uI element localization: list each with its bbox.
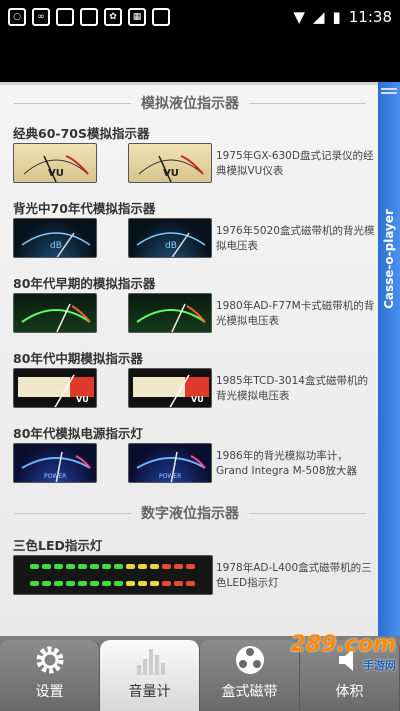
green-meter-left[interactable] [13,293,97,333]
side-drawer-tab[interactable]: Casse-o-player [378,82,400,636]
vu-meter-left[interactable]: VU [13,143,97,183]
clock: 11:38 [348,8,392,26]
tab-level-meter[interactable]: 音量计 [100,640,200,711]
group-title: 80年代中期模拟指示器 [13,351,143,366]
app-icon [80,8,98,26]
app-icon [152,8,170,26]
tab-settings[interactable]: 设置 [0,640,100,711]
notification-icon: ○ [8,8,26,26]
signal-icon: ◢ [312,8,325,26]
gear-icon [36,646,63,674]
tcd-meter-left[interactable]: VU [13,368,97,408]
meter-description: 1980年AD-F77M卡式磁带机的背光模拟电压表 [216,300,375,327]
group-title: 背光中70年代模拟指示器 [13,201,156,216]
watermark-logo: 289.com 手游网 [290,632,396,672]
backlit-meter-right[interactable]: dB [128,218,212,258]
section-title: 模拟液位指示器 [14,93,366,113]
vu-meter-right[interactable]: VU [128,143,212,183]
tab-label: 体积 [335,684,364,700]
tab-label: 音量计 [128,684,171,700]
section-title: 数字液位指示器 [14,503,366,523]
grid-icon: ▦ [128,8,146,26]
status-bar: ○ ∞ ✿ ▦ ▼ ◢ ▮ 11:38 [0,0,400,34]
level-meter-icon [136,649,165,675]
tab-label: 盒式磁带 [221,684,278,700]
led-meter[interactable] [13,555,213,595]
grip-icon [381,88,397,94]
group-title: 80年代模拟电源指示灯 [13,426,143,441]
group-title: 三色LED指示灯 [13,538,103,553]
tab-cassette[interactable]: 盒式磁带 [200,640,300,711]
meter-description: 1976年5020盒式磁带机的背光模拟电压表 [216,225,375,252]
power-meter-left[interactable]: POWER [13,443,97,483]
app-icon [56,8,74,26]
meter-description: 1986年的背光模拟功率计，Grand Integra M-508放大器 [216,450,358,477]
power-meter-right[interactable]: POWER [128,443,212,483]
meter-list-panel: 模拟液位指示器 经典60-70S模拟指示器 VU VU 1975年GX-630D… [0,82,378,636]
group-title: 80年代早期的模拟指示器 [13,276,156,291]
tab-label: 设置 [35,684,64,700]
wifi-icon: ▼ [293,8,305,26]
meter-description: 1978年AD-L400盒式磁带机的三色LED指示灯 [216,562,372,589]
meter-description: 1975年GX-630D盘式记录仪的经典模拟VU仪表 [216,150,374,177]
reel-icon [235,646,264,674]
meter-description: 1985年TCD-3014盒式磁带机的背光模拟电压表 [216,375,368,402]
side-tab-label: Casse-o-player [382,209,396,309]
green-meter-right[interactable] [128,293,212,333]
backlit-meter-left[interactable]: dB [13,218,97,258]
battery-icon: ▮ [332,8,341,26]
header-spacer [0,34,400,82]
group-title: 经典60-70S模拟指示器 [13,126,150,141]
tcd-meter-right[interactable]: VU [128,368,212,408]
app-icon: ✿ [104,8,122,26]
app-icon: ∞ [32,8,50,26]
